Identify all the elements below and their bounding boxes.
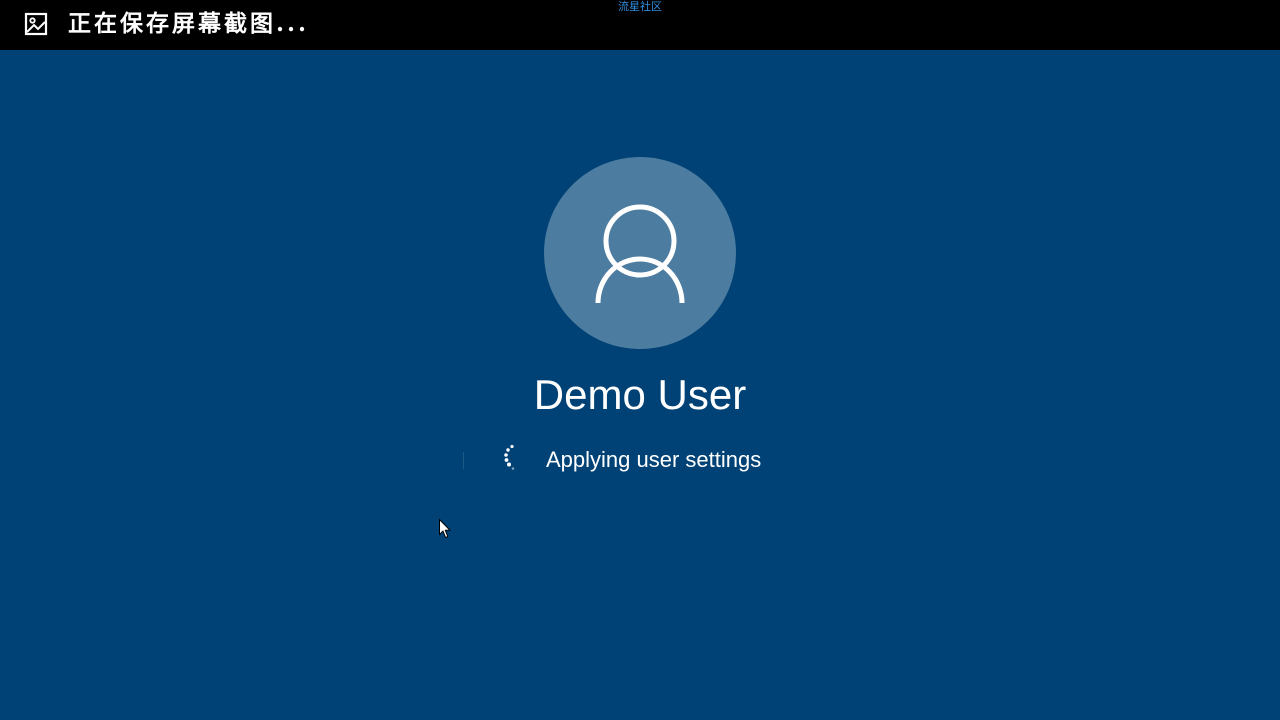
windows-login-screen: 正在保存屏幕截图... 流星社区 Demo User Applying user… [0, 0, 1280, 720]
watermark-text: 流星社区 [618, 0, 662, 13]
user-name: Demo User [533, 371, 747, 418]
status-row: Applying user settings [440, 440, 840, 480]
user-avatar [544, 157, 736, 349]
user-silhouette-icon [595, 204, 685, 304]
mouse-pointer-icon [439, 519, 451, 538]
status-text: Applying user settings [546, 447, 762, 472]
loading-spinner-icon [504, 444, 515, 470]
screenshot-image-icon [24, 12, 48, 36]
focus-divider [463, 452, 464, 469]
